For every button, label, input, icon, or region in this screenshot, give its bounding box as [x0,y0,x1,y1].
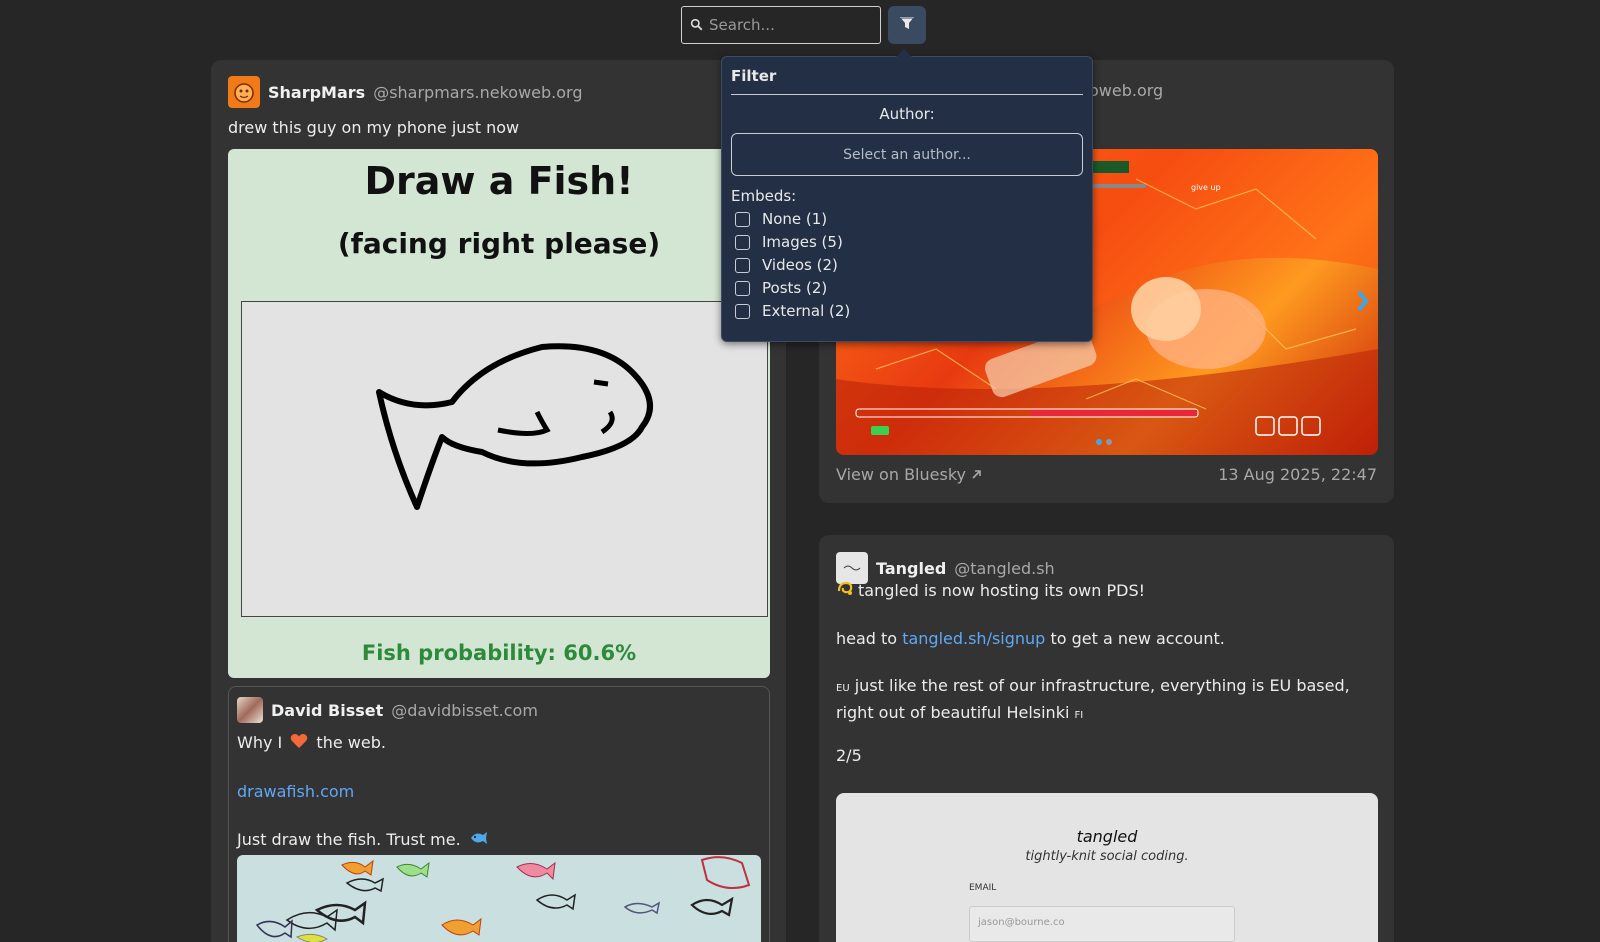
text-fragment: Just draw the fish. Trust me. [237,829,461,849]
embed-option-videos[interactable]: Videos (2) [735,256,1083,274]
post-card: Tangled @tangled.sh tangled is now hosti… [819,535,1394,942]
external-arrow-icon [971,465,982,484]
text-fragment: just like the rest of our infrastructure… [836,676,1350,722]
search-icon [690,16,703,35]
checkbox[interactable] [735,234,750,250]
post-header: SharpMars @sharpmars.nekoweb.org [228,76,582,108]
dizzy-emoji-icon [836,579,854,604]
embed-option-label: None (1) [762,210,828,228]
handle[interactable]: @davidbisset.com [391,701,538,720]
embed-option-posts[interactable]: Posts (2) [735,279,1083,297]
display-name[interactable]: David Bisset [271,701,383,720]
view-on-bluesky-link[interactable]: View on Bluesky [836,465,982,484]
filter-popup: Filter Author: Select an author... Embed… [721,49,1093,342]
post-image[interactable] [237,855,761,942]
external-link[interactable]: drawafish.com [237,782,354,801]
embed-option-label: Videos (2) [762,256,838,274]
image-subtitle: (facing right please) [337,227,661,260]
embeds-label: Embeds: [731,187,797,205]
post-text: Why I the web. [237,731,761,756]
checkbox[interactable] [735,257,750,273]
avatar[interactable] [228,76,260,108]
post-text: head to tangled.sh/signup to get a new a… [836,627,1225,651]
post-card: SharpMars @sharpmars.nekoweb.org drew th… [211,60,786,942]
image-tagline: tightly-knit social coding. [1025,849,1189,864]
text-fragment: head to [836,629,898,648]
text-fragment: Why I [237,733,283,752]
carousel-next-icon[interactable] [1357,290,1369,312]
heart-icon [290,732,308,756]
checkbox[interactable] [735,303,750,319]
embed-option-label: Posts (2) [762,279,828,297]
flag-eu: EU [836,683,850,694]
post-image[interactable]: Draw a Fish! (facing right please) Fish … [228,149,770,678]
post-header: David Bisset @davidbisset.com [237,697,761,723]
text-fragment: the web. [316,733,386,752]
post-text: tangled is now hosting its own PDS! [836,579,1145,604]
avatar[interactable] [237,697,263,723]
image-email-field: jason@bourne.co [969,906,1235,942]
author-select[interactable]: Select an author... [731,133,1083,176]
search-box[interactable] [681,6,881,44]
filter-icon [898,14,916,36]
fish-emoji-icon [470,828,488,852]
post-image[interactable]: tangled tightly-knit social coding. EMAI… [836,793,1378,942]
post-text: EU just like the rest of our infrastruct… [836,674,1376,728]
signup-link[interactable]: tangled.sh/signup [902,629,1045,648]
text-fragment: tangled is now hosting its own PDS! [858,581,1146,600]
embed-option-none[interactable]: None (1) [735,210,1083,228]
filter-title: Filter [731,67,1083,95]
checkbox[interactable] [735,211,750,227]
flag-fi: FI [1074,710,1084,721]
handle[interactable]: @sharpmars.nekoweb.org [373,83,582,102]
hud-give-up: give up [1191,183,1221,192]
handle[interactable]: @tangled.sh [954,559,1054,578]
post-text: 2/5 [836,746,862,765]
image-title: Draw a Fish! [364,159,634,203]
post-meta: View on Bluesky 13 Aug 2025, 22:47 [836,465,1377,484]
view-on-bluesky-label: View on Bluesky [836,465,966,484]
fish-drawing [241,301,768,617]
filter-button[interactable] [888,6,926,44]
author-label: Author: [879,105,935,123]
search-input[interactable] [709,16,869,34]
post-timestamp: 13 Aug 2025, 22:47 [1218,465,1377,484]
embed-option-label: External (2) [762,302,851,320]
image-email-label: EMAIL [969,883,997,893]
text-fragment: to get a new account. [1050,629,1225,648]
display-name[interactable]: SharpMars [268,83,365,102]
display-name[interactable]: Tangled [876,559,946,578]
embed-option-label: Images (5) [762,233,843,251]
embed-option-external[interactable]: External (2) [735,302,1083,320]
handle[interactable]: oweb.org [1089,81,1163,100]
fish-probability: Fish probability: 60.6% [361,641,637,665]
image-brand: tangled [1076,827,1138,846]
embed-option-images[interactable]: Images (5) [735,233,1083,251]
post-text: Just draw the fish. Trust me. [237,828,761,853]
checkbox[interactable] [735,280,750,296]
post-text: drew this guy on my phone just now [228,118,520,137]
author-select-placeholder: Select an author... [843,146,971,163]
quoted-post[interactable]: David Bisset @davidbisset.com Why I the … [228,686,770,942]
